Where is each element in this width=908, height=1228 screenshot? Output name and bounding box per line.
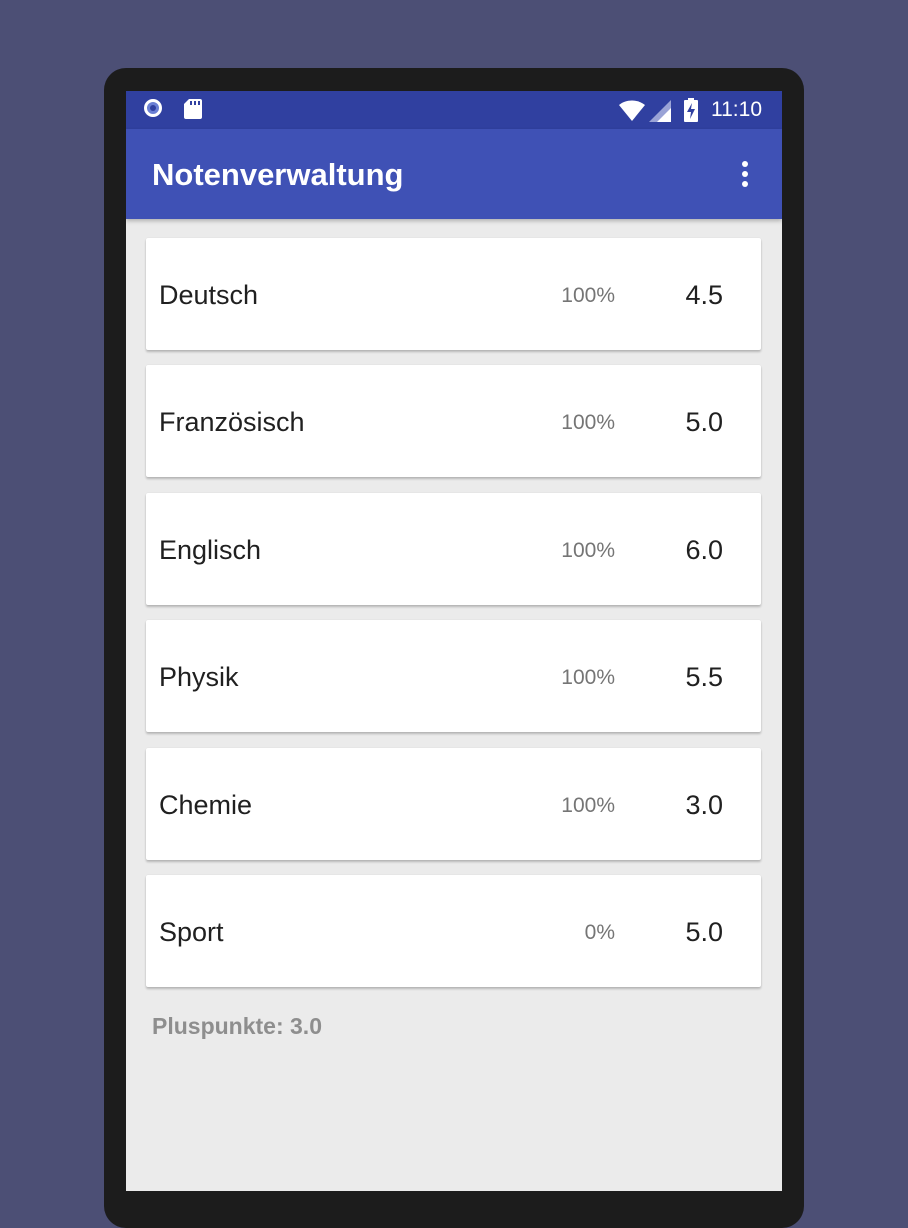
subject-grade: 6.0 — [685, 535, 723, 565]
wifi-icon — [619, 100, 645, 121]
subject-name: Deutsch — [159, 280, 259, 310]
subject-card-physik[interactable]: Physik 100% 5.5 — [146, 620, 761, 732]
subject-name: Physik — [159, 662, 239, 692]
subject-name: Sport — [159, 917, 224, 947]
app-bar: Notenverwaltung — [126, 129, 782, 219]
subject-name: Englisch — [159, 535, 262, 565]
subject-card-sport[interactable]: Sport 0% 5.0 — [146, 875, 761, 987]
subject-card-franzoesisch[interactable]: Französisch 100% 5.0 — [146, 365, 761, 477]
pluspunkte-summary: Pluspunkte: 3.0 — [152, 1013, 322, 1039]
subject-weight: 100% — [561, 794, 615, 817]
subject-weight: 100% — [561, 539, 615, 562]
subject-weight: 100% — [561, 666, 615, 689]
subject-weight: 0% — [584, 921, 615, 944]
cell-signal-icon — [649, 100, 671, 122]
subject-grade: 5.5 — [685, 662, 723, 692]
subject-weight: 100% — [561, 284, 615, 307]
notification-circle-icon — [144, 99, 162, 117]
subject-grade: 5.0 — [685, 917, 723, 947]
battery-charging-icon — [684, 98, 698, 122]
more-vert-icon[interactable] — [732, 159, 758, 191]
subject-weight: 100% — [561, 411, 615, 434]
subject-card-chemie[interactable]: Chemie 100% 3.0 — [146, 748, 761, 860]
app-screen: 11:10 Notenverwaltung Deutsch 100% 4.5 F… — [126, 91, 782, 1191]
status-time: 11:10 — [711, 98, 762, 121]
sd-card-icon — [184, 99, 202, 119]
subject-card-deutsch[interactable]: Deutsch 100% 4.5 — [146, 238, 761, 350]
status-bar: 11:10 — [126, 91, 782, 129]
subject-grade: 3.0 — [685, 790, 723, 820]
subject-grade: 5.0 — [685, 407, 723, 437]
subject-name: Chemie — [159, 790, 253, 820]
subject-card-englisch[interactable]: Englisch 100% 6.0 — [146, 493, 761, 605]
app-title: Notenverwaltung — [152, 157, 404, 192]
subject-name: Französisch — [159, 407, 305, 437]
subject-grade: 4.5 — [685, 280, 723, 310]
